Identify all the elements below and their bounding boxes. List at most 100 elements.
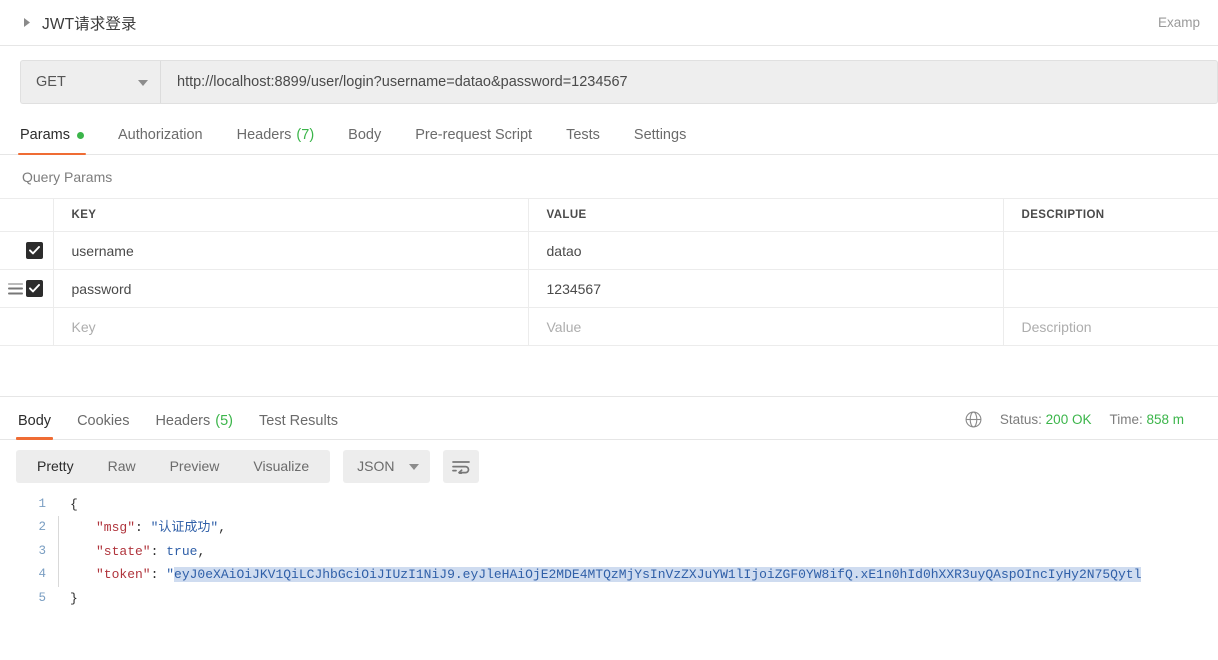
line-number: 4 <box>38 567 46 582</box>
tab-settings-label: Settings <box>633 127 687 143</box>
code-line: 5} <box>0 587 1218 611</box>
fold-guide <box>58 563 70 587</box>
time-value: 858 m <box>1146 411 1184 427</box>
code-text: { <box>70 496 78 512</box>
row-checkbox[interactable] <box>25 242 43 259</box>
code-text: "msg": "认证成功", <box>96 520 227 536</box>
url-input[interactable]: http://localhost:8899/user/login?usernam… <box>160 60 1218 104</box>
code-text: } <box>70 590 78 606</box>
status-badge: Status: 200 OK <box>1000 412 1092 427</box>
tab-authorization-label: Authorization <box>117 127 203 143</box>
globe-icon[interactable] <box>965 411 982 428</box>
new-param-value-input[interactable]: Value <box>528 307 1004 346</box>
line-number: 5 <box>38 590 46 605</box>
fold-guide <box>58 516 70 540</box>
param-value-cell[interactable]: 1234567 <box>528 269 1004 308</box>
examples-link[interactable]: Examp <box>1158 15 1200 30</box>
code-text: "token": "eyJ0eXAiOiJKV1QiLCJhbGciOiJIUz… <box>96 567 1142 583</box>
tab-pre-request-script[interactable]: Pre-request Script <box>415 127 532 154</box>
url-input-value: http://localhost:8899/user/login?usernam… <box>177 74 628 90</box>
column-header-value: VALUE <box>528 198 1004 232</box>
request-title: JWT请求登录 <box>42 15 137 33</box>
row-checkbox[interactable] <box>25 280 43 297</box>
response-tab-headers[interactable]: Headers (5) <box>155 413 233 439</box>
new-param-description-input[interactable]: Description <box>1003 307 1218 346</box>
response-body-lines: 1{2 "msg": "认证成功", 3 "state": true, 4 "token"… <box>0 493 1218 611</box>
tab-settings[interactable]: Settings <box>634 127 686 154</box>
status-label: Status: <box>999 411 1042 427</box>
code-line: 1{ <box>0 493 1218 517</box>
line-number: 3 <box>38 543 46 558</box>
url-bar: GET http://localhost:8899/user/login?use… <box>0 46 1218 117</box>
query-params-title: Query Params <box>22 169 113 185</box>
time-label: Time: <box>1109 411 1143 427</box>
line-number: 1 <box>38 496 46 511</box>
new-param-key-input[interactable]: Key <box>53 307 529 346</box>
param-key-cell[interactable]: password <box>53 269 529 308</box>
row-checkbox-cell <box>0 269 54 308</box>
row-checkbox-cell-empty <box>0 307 54 346</box>
postman-request-window: JWT请求登录 Examp GET http://localhost:8899/… <box>0 0 1218 660</box>
response-tab-cookies[interactable]: Cookies <box>77 413 129 439</box>
param-description-cell[interactable] <box>1003 231 1218 270</box>
tab-tests[interactable]: Tests <box>566 127 600 154</box>
tab-authorization[interactable]: Authorization <box>118 127 203 154</box>
tab-headers-label: Headers <box>236 127 292 143</box>
response-format-label: JSON <box>357 458 395 475</box>
time-badge: Time: 858 m <box>1109 412 1184 427</box>
request-tab-strip: Params Authorization Headers (7) Body Pr… <box>0 117 1218 155</box>
param-value-cell[interactable]: datao <box>528 231 1004 270</box>
code-text: "state": true, <box>96 543 206 559</box>
table-header-row: KEY VALUE DESCRIPTION <box>0 198 1218 232</box>
table-row: password 1234567 <box>0 269 1218 308</box>
code-line: 4 "token": "eyJ0eXAiOiJKV1QiLCJhbGciOiJIU… <box>0 563 1218 587</box>
param-description-cell[interactable] <box>1003 269 1218 308</box>
line-number: 2 <box>38 520 46 535</box>
drag-handle-icon[interactable] <box>8 283 23 294</box>
column-header-key: KEY <box>53 198 529 232</box>
params-modified-dot-icon <box>76 132 84 139</box>
row-checkbox-cell <box>0 231 54 270</box>
chevron-down-icon <box>138 73 148 91</box>
view-mode-preview[interactable]: Preview <box>153 450 237 483</box>
tab-body[interactable]: Body <box>348 127 381 154</box>
tab-body-label: Body <box>348 127 382 143</box>
table-row: username datao <box>0 231 1218 270</box>
response-tab-body[interactable]: Body <box>15 412 54 440</box>
word-wrap-icon[interactable] <box>442 449 479 483</box>
http-method-select[interactable]: GET <box>20 60 160 104</box>
view-mode-pretty[interactable]: Pretty <box>20 450 91 483</box>
tab-params-label: Params <box>20 127 70 143</box>
param-key-cell[interactable]: username <box>53 231 529 270</box>
response-tab-test-results[interactable]: Test Results <box>259 413 338 439</box>
http-method-label: GET <box>36 74 66 90</box>
response-tab-strip: Body Cookies Headers (5) Test Results St… <box>0 397 1218 440</box>
response-body-viewer[interactable]: 1{2 "msg": "认证成功", 3 "state": true, 4 "token"… <box>0 492 1218 660</box>
response-view-mode-group: Pretty Raw Preview Visualize <box>16 449 331 483</box>
view-mode-raw[interactable]: Raw <box>91 450 153 483</box>
response-tab-headers-count: (5) <box>215 412 233 429</box>
response-tab-body-label: Body <box>18 412 52 429</box>
tab-tests-label: Tests <box>566 127 600 143</box>
code-line: 2 "msg": "认证成功", <box>0 516 1218 540</box>
triangle-right-icon[interactable] <box>20 16 34 30</box>
tab-params[interactable]: Params <box>18 127 86 155</box>
request-pane-filler <box>0 346 1218 397</box>
fold-guide <box>58 539 70 564</box>
status-value: 200 OK <box>1045 411 1092 427</box>
select-all-cell <box>0 198 54 232</box>
request-header-bar: JWT请求登录 Examp <box>0 0 1218 46</box>
chevron-down-icon <box>408 457 419 475</box>
tab-headers-count: (7) <box>296 127 315 143</box>
code-line: 3 "state": true, <box>0 539 1218 564</box>
response-tab-headers-label: Headers <box>155 412 211 429</box>
tab-pre-request-script-label: Pre-request Script <box>415 127 533 143</box>
response-format-select[interactable]: JSON <box>343 449 430 483</box>
response-tab-cookies-label: Cookies <box>77 412 130 429</box>
response-tab-test-results-label: Test Results <box>259 412 338 429</box>
tab-headers[interactable]: Headers (7) <box>237 127 315 154</box>
view-mode-visualize[interactable]: Visualize <box>236 450 326 483</box>
response-view-toolbar: Pretty Raw Preview Visualize JSON <box>0 440 1218 493</box>
column-header-description: DESCRIPTION <box>1003 198 1218 232</box>
table-row-placeholder: Key Value Description <box>0 307 1218 346</box>
